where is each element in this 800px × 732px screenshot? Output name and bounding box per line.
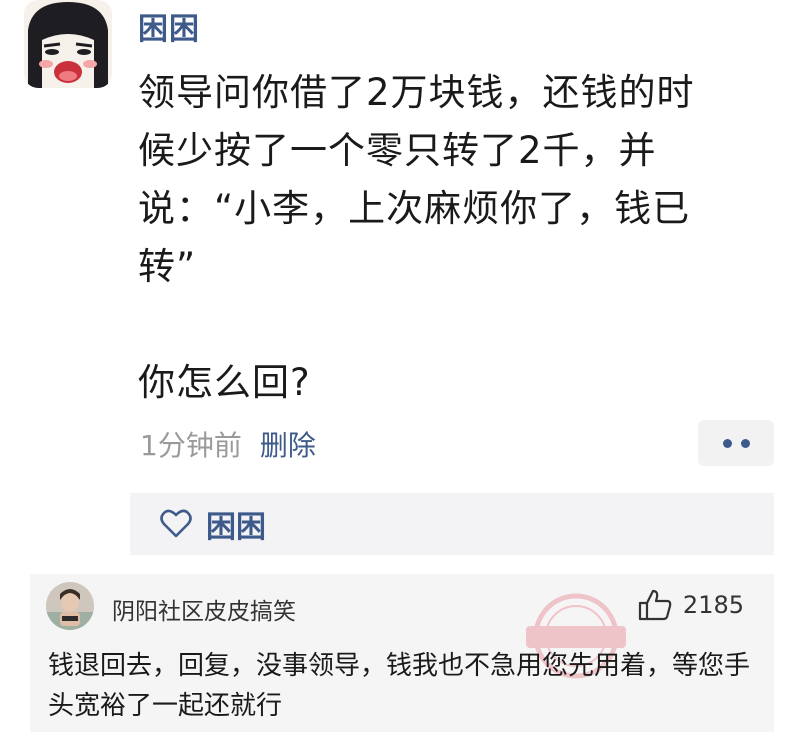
comment-card: 阴阳社区皮皮搞笑 2185 钱退回去，回复，没事领导，钱我也不急用您先用着，等您… — [30, 574, 774, 732]
user-avatar[interactable] — [24, 0, 112, 88]
heart-outline-icon[interactable] — [160, 509, 192, 539]
commenter-name[interactable]: 阴阳社区皮皮搞笑 — [112, 592, 296, 626]
post-text-line: 说：“小李，上次麻烦你了，钱已 — [138, 187, 691, 230]
post-username[interactable]: 困困 — [138, 4, 200, 48]
post-meta: 1分钟前 删除 — [140, 424, 316, 464]
liker-name[interactable]: 困困 — [206, 502, 266, 546]
post-text-line: 候少按了一个零只转了2千，并 — [138, 129, 657, 172]
like-count: 2185 — [682, 591, 744, 619]
comment-text: 钱退回去，回复，没事领导，钱我也不急用您先用着，等您手头宽裕了一起还就行 — [48, 651, 751, 721]
more-dots-icon — [722, 438, 732, 448]
screenshot: 困困 领导问你借了2万块钱，还钱的时 候少按了一个零只转了2千，并 说：“小李，… — [0, 0, 800, 732]
post-body: 领导问你借了2万块钱，还钱的时 候少按了一个零只转了2千，并 说：“小李，上次麻… — [138, 64, 778, 412]
commenter-avatar[interactable] — [46, 582, 94, 630]
post-timestamp: 1分钟前 — [140, 429, 242, 462]
more-dots-icon — [740, 438, 750, 448]
post-text-line: 领导问你借了2万块钱，还钱的时 — [138, 71, 695, 114]
more-options-button[interactable] — [698, 420, 774, 466]
comment-like[interactable]: 2185 — [637, 588, 744, 622]
delete-button[interactable]: 删除 — [260, 429, 316, 462]
section-divider — [0, 560, 800, 572]
post-text-line: 转” — [138, 245, 197, 288]
thumbs-up-icon[interactable] — [637, 588, 673, 622]
photo-avatar-icon — [46, 582, 94, 630]
cartoon-girl-avatar-icon — [24, 0, 112, 88]
post-question: 你怎么回? — [138, 361, 311, 404]
likes-panel: 困困 — [130, 493, 774, 555]
